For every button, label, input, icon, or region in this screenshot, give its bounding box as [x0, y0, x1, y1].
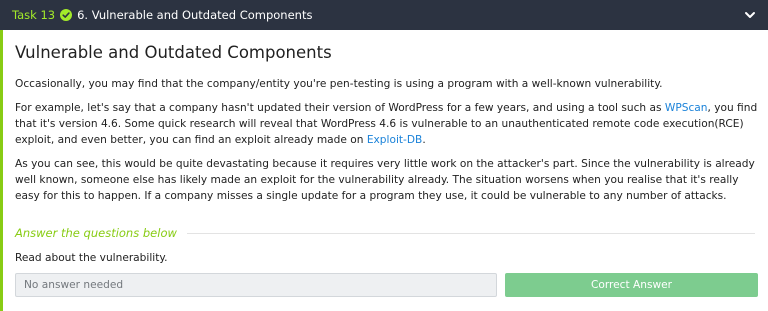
- answer-input[interactable]: [15, 273, 497, 297]
- task-title: 6. Vulnerable and Outdated Components: [77, 8, 313, 22]
- exploit-db-link[interactable]: Exploit-DB: [367, 134, 422, 146]
- task-panel: Vulnerable and Outdated Components Occas…: [0, 30, 768, 311]
- paragraph-impact: As you can see, this would be quite deva…: [15, 158, 755, 202]
- answer-section-heading: Answer the questions below: [15, 226, 755, 240]
- task-header[interactable]: Task 13 6. Vulnerable and Outdated Compo…: [0, 0, 768, 30]
- paragraph-example-text-1: For example, let's say that a company ha…: [15, 102, 665, 114]
- section-title: Vulnerable and Outdated Components: [15, 43, 332, 62]
- question-text: Read about the vulnerability.: [15, 252, 168, 264]
- check-circle-icon: [60, 9, 73, 21]
- paragraph-example-text-3: .: [422, 134, 426, 146]
- task-number: Task 13: [12, 8, 56, 22]
- answer-heading-label: Answer the questions below: [15, 226, 177, 240]
- wpscan-link[interactable]: WPScan: [665, 102, 708, 114]
- answer-divider: [186, 232, 755, 234]
- correct-answer-button[interactable]: Correct Answer: [505, 273, 758, 297]
- paragraph-example: For example, let's say that a company ha…: [15, 100, 763, 148]
- paragraph-intro: Occasionally, you may find that the comp…: [15, 78, 663, 90]
- chevron-down-icon[interactable]: [744, 9, 756, 21]
